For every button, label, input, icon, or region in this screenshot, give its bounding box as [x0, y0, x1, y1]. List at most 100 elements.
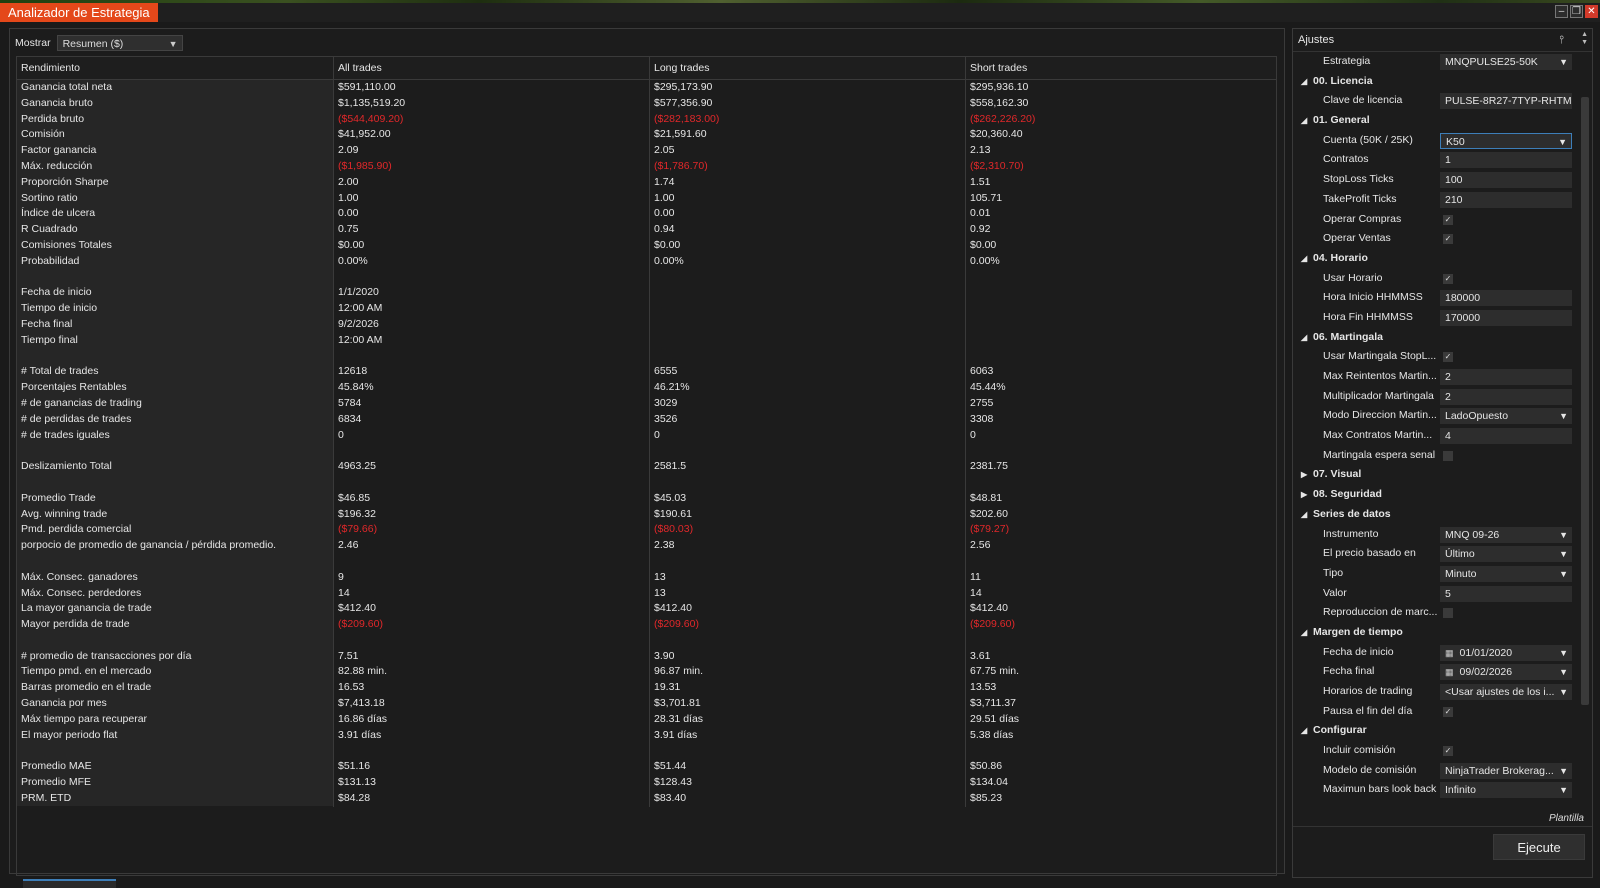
collapse-icon[interactable]: ◢: [1301, 328, 1307, 348]
checkbox[interactable]: ✓: [1443, 706, 1453, 717]
table-row: Factor ganancia 2.09 2.05 2.13: [17, 143, 1276, 159]
property-input[interactable]: 5: [1440, 585, 1572, 602]
property-input[interactable]: PULSE-8R27-7TYP-RHTM: [1440, 93, 1572, 110]
category-row[interactable]: ▶ 08. Seguridad: [1293, 485, 1579, 505]
long-trades-cell: 2.05: [649, 143, 965, 159]
minimize-icon[interactable]: –: [1555, 5, 1568, 18]
short-trades-cell: 5.38 días: [965, 727, 1276, 744]
row-label: Máx. Consec. perdedores: [21, 586, 142, 599]
long-trades-cell: ($282,183.00): [649, 111, 965, 128]
category-row[interactable]: ◢ 00. Licencia: [1293, 72, 1579, 92]
header-short-trades[interactable]: Short trades: [965, 57, 1276, 79]
checkbox[interactable]: ✓: [1443, 273, 1453, 284]
row-label: Promedio MAE: [21, 760, 92, 773]
date-picker[interactable]: ▦ 09/02/2026 ▼: [1440, 664, 1572, 681]
checkbox[interactable]: ✓: [1443, 352, 1453, 363]
short-trades-cell: ($2,310.70): [965, 158, 1276, 175]
property-input[interactable]: 170000: [1440, 309, 1572, 326]
row-label: Factor ganancia: [21, 144, 97, 157]
checkbox[interactable]: ✓: [1443, 214, 1453, 225]
short-trades-cell: 2381.75: [965, 459, 1276, 475]
display-selector: Mostrar Resumen ($) ▼: [15, 34, 183, 52]
settings-scrollbar[interactable]: [1581, 97, 1589, 705]
header-all-trades[interactable]: All trades: [333, 57, 649, 79]
category-row[interactable]: ◢ 06. Martingala: [1293, 328, 1579, 348]
expand-icon[interactable]: ▶: [1301, 465, 1307, 485]
collapse-icon[interactable]: ◢: [1301, 72, 1307, 92]
property-row: Multiplicador Martingala 2: [1293, 387, 1579, 407]
long-trades-cell: 13: [649, 585, 965, 602]
header-rendimiento[interactable]: Rendimiento: [17, 57, 333, 79]
long-trades-cell: $128.43: [649, 775, 965, 791]
checkbox[interactable]: ✓: [1443, 746, 1453, 757]
property-dropdown[interactable]: Infinito ▼: [1440, 782, 1572, 799]
long-trades-cell: 3.91 días: [649, 727, 965, 744]
template-link[interactable]: Plantilla: [1549, 813, 1584, 824]
row-label: R Cuadrado: [21, 223, 78, 236]
long-trades-cell: 0.94: [649, 222, 965, 238]
property-input[interactable]: 2: [1440, 388, 1572, 405]
property-input[interactable]: 180000: [1440, 290, 1572, 307]
property-dropdown[interactable]: NinjaTrader Brokerag... ▼: [1440, 762, 1572, 779]
bottom-tab[interactable]: [23, 879, 116, 888]
header-long-trades[interactable]: Long trades: [649, 57, 965, 79]
row-label: Tiempo final: [21, 333, 78, 346]
long-trades-cell: $0.00: [649, 237, 965, 254]
category-row[interactable]: ◢ Series de datos: [1293, 505, 1579, 525]
long-trades-cell: ($80.03): [649, 522, 965, 539]
property-value: MNQPULSE25-50K: [1445, 56, 1538, 68]
row-label: Tiempo pmd. en el mercado: [21, 665, 152, 678]
property-dropdown[interactable]: MNQPULSE25-50K ▼: [1440, 54, 1572, 70]
property-input[interactable]: 1: [1440, 152, 1572, 169]
long-trades-cell: [649, 301, 965, 317]
category-row[interactable]: ◢ 04. Horario: [1293, 249, 1579, 269]
window-controls: – ❐ ✕: [1555, 5, 1598, 18]
table-row: Barras promedio en el trade 16.53 19.31 13.…: [17, 680, 1276, 697]
property-dropdown[interactable]: K50 ▼: [1440, 132, 1572, 149]
property-dropdown[interactable]: Minuto ▼: [1440, 565, 1572, 582]
category-row[interactable]: ◢ Margen de tiempo: [1293, 623, 1579, 643]
category-label: Configurar: [1313, 724, 1367, 737]
property-row: Tipo Minuto ▼: [1293, 564, 1579, 584]
collapse-icon[interactable]: ◢: [1301, 111, 1307, 131]
property-dropdown[interactable]: <Usar ajustes de los i... ▼: [1440, 684, 1572, 700]
checkbox[interactable]: [1443, 450, 1453, 461]
collapse-icon[interactable]: ◢: [1301, 623, 1307, 643]
grid-header: Rendimiento All trades Long trades Short…: [17, 57, 1276, 80]
checkbox[interactable]: [1443, 608, 1453, 619]
property-input[interactable]: 210: [1440, 191, 1572, 208]
all-trades-cell: 9/2/2026: [333, 316, 649, 333]
property-label: Clave de licencia: [1323, 94, 1403, 107]
category-row[interactable]: ◢ Configurar: [1293, 721, 1579, 741]
property-dropdown[interactable]: Último ▼: [1440, 546, 1572, 563]
category-label: 07. Visual: [1313, 468, 1362, 481]
collapse-icon[interactable]: ◢: [1301, 721, 1307, 741]
property-label: Max Contratos Martin...: [1323, 429, 1433, 442]
expand-icon[interactable]: ▶: [1301, 485, 1307, 505]
table-row: # de perdidas de trades 6834 3526 3308: [17, 411, 1276, 428]
row-label: El mayor periodo flat: [21, 728, 118, 741]
display-mode-dropdown[interactable]: Resumen ($) ▼: [56, 35, 183, 51]
chevron-down-icon: ▼: [1559, 785, 1568, 796]
property-input[interactable]: 4: [1440, 428, 1572, 445]
close-icon[interactable]: ✕: [1585, 5, 1598, 18]
run-button[interactable]: Ejecute: [1493, 834, 1585, 860]
property-input[interactable]: 100: [1440, 172, 1572, 189]
property-dropdown[interactable]: MNQ 09-26 ▼: [1440, 526, 1572, 543]
category-row[interactable]: ▶ 07. Visual: [1293, 465, 1579, 485]
all-trades-cell: $1,135,519.20: [333, 95, 649, 112]
collapse-icon[interactable]: ◢: [1301, 249, 1307, 269]
property-value: Minuto: [1445, 567, 1477, 580]
property-input[interactable]: 2: [1440, 369, 1572, 385]
short-trades-cell: $202.60: [965, 506, 1276, 523]
all-trades-cell: 1/1/2020: [333, 285, 649, 302]
restore-icon[interactable]: ❐: [1570, 5, 1583, 18]
category-row[interactable]: ◢ 01. General: [1293, 111, 1579, 131]
long-trades-cell: 6555: [649, 364, 965, 381]
checkbox[interactable]: ✓: [1443, 234, 1453, 245]
date-picker[interactable]: ▦ 01/01/2020 ▼: [1440, 644, 1572, 661]
pin-icon[interactable]: ⫯: [1559, 29, 1564, 51]
scroll-arrows-icon[interactable]: ▲ ▼: [1581, 31, 1588, 47]
property-dropdown[interactable]: LadoOpuesto ▼: [1440, 408, 1572, 425]
collapse-icon[interactable]: ◢: [1301, 505, 1307, 525]
